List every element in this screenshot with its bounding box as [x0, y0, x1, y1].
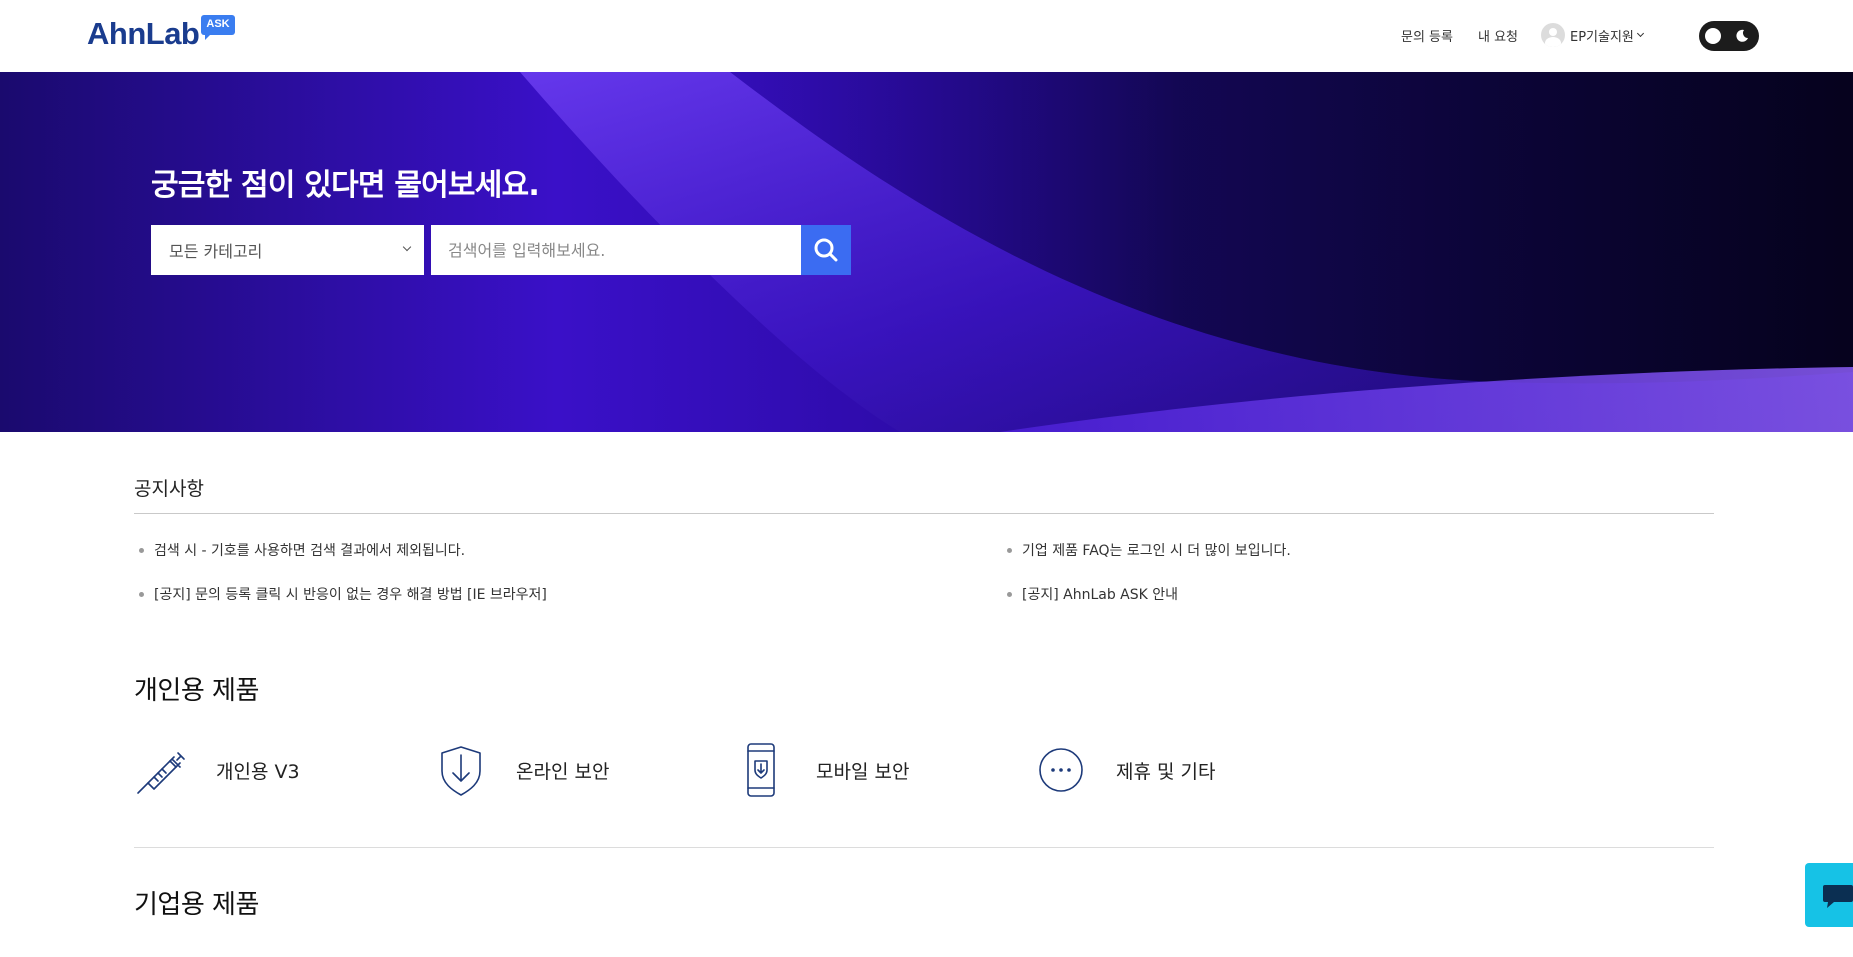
notice-item[interactable]: [공지] 문의 등록 클릭 시 반응이 없는 경우 해결 방법 [IE 브라우저…	[134, 584, 547, 604]
syringe-icon	[137, 752, 185, 794]
product-personal-v3[interactable]: 개인용 V3	[134, 740, 300, 800]
search-icon	[814, 238, 838, 262]
toggle-knob	[1705, 28, 1721, 44]
product-label: 모바일 보안	[816, 760, 910, 783]
chevron-down-icon	[402, 242, 412, 252]
nav-register-inquiry[interactable]: 문의 등록	[1401, 26, 1453, 45]
ahnlab-ask-logo[interactable]: AhnLab ASK	[87, 14, 235, 54]
logo-text: AhnLab	[87, 16, 200, 51]
chat-icon	[1823, 885, 1853, 908]
search-button[interactable]	[801, 225, 851, 275]
user-menu[interactable]: EP기술지원	[1541, 23, 1644, 47]
product-label: 제휴 및 기타	[1116, 760, 1216, 783]
hero-title: 궁금한 점이 있다면 물어보세요.	[151, 168, 540, 203]
product-label: 온라인 보안	[516, 760, 610, 783]
mobile-download-icon	[747, 743, 775, 797]
user-name: EP기술지원	[1570, 29, 1634, 45]
avatar-icon	[1541, 23, 1565, 47]
chevron-down-icon	[1636, 29, 1644, 38]
nav-my-requests[interactable]: 내 요청	[1478, 26, 1518, 45]
hero-banner: 궁금한 점이 있다면 물어보세요. 모든 카테고리	[0, 72, 1853, 432]
divider	[134, 847, 1714, 848]
personal-products-title: 개인용 제품	[134, 676, 259, 706]
category-selected-value: 모든 카테고리	[169, 242, 263, 261]
search-input[interactable]	[431, 225, 801, 275]
theme-toggle[interactable]	[1699, 21, 1759, 51]
notice-item[interactable]: 검색 시 - 기호를 사용하면 검색 결과에서 제외됩니다.	[134, 540, 465, 560]
site-header: AhnLab ASK 문의 등록 내 요청 EP기술지원	[0, 0, 1853, 72]
moon-icon	[1736, 29, 1748, 42]
shield-download-icon	[441, 746, 481, 796]
more-circle-icon	[1039, 748, 1083, 792]
notices-title: 공지사항	[134, 478, 204, 500]
category-select[interactable]: 모든 카테고리	[151, 225, 424, 275]
chat-support-button[interactable]	[1805, 863, 1853, 927]
enterprise-products-title: 기업용 제품	[134, 890, 259, 920]
divider	[134, 513, 1714, 514]
notice-item[interactable]: [공지] AhnLab ASK 안내	[1002, 584, 1178, 604]
product-online-security[interactable]: 온라인 보안	[434, 740, 609, 800]
logo-badge: ASK	[201, 15, 235, 40]
notice-item[interactable]: 기업 제품 FAQ는 로그인 시 더 많이 보입니다.	[1002, 540, 1291, 560]
product-partnership-other[interactable]: 제휴 및 기타	[1034, 740, 1215, 800]
product-mobile-security[interactable]: 모바일 보안	[734, 740, 909, 800]
product-label: 개인용 V3	[216, 760, 300, 783]
